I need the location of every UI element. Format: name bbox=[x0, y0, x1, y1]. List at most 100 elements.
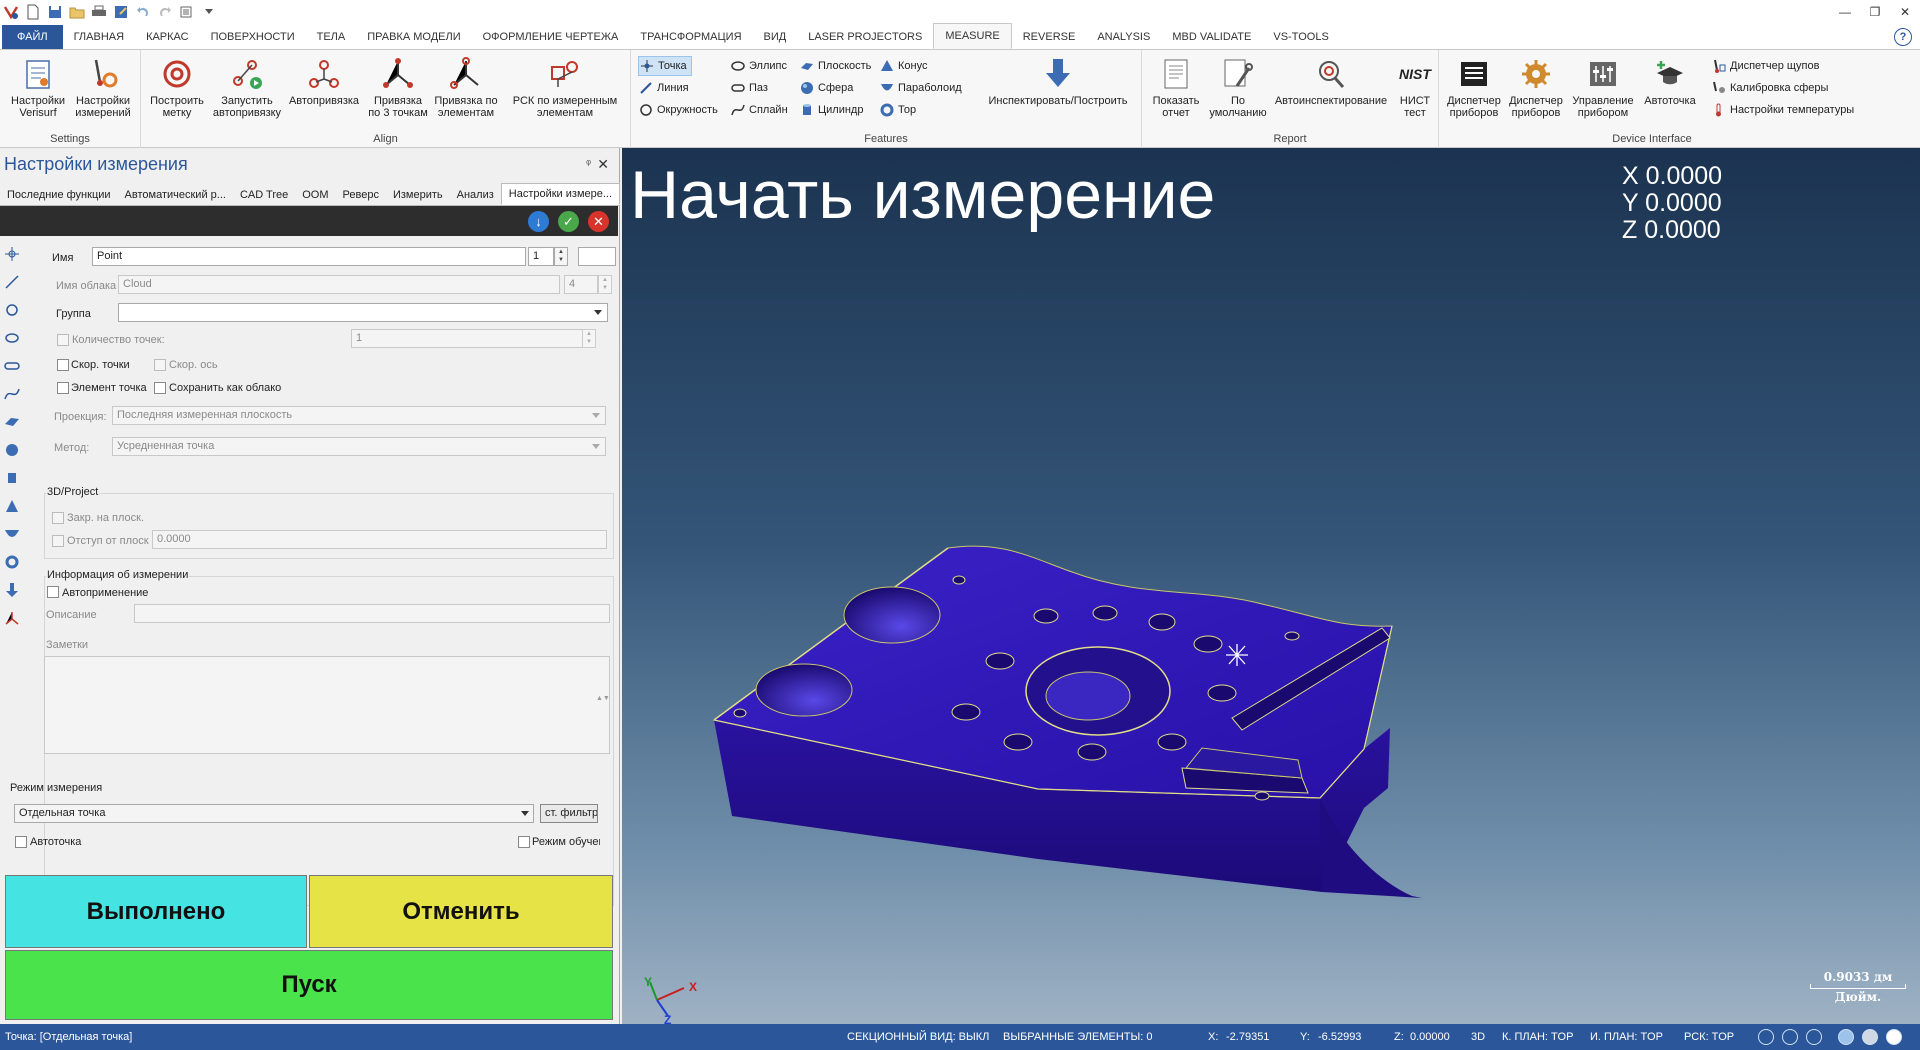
measure-settings-button[interactable]: Настройки измерений bbox=[70, 56, 136, 119]
device-manager-button-2[interactable]: Диспетчер приборов bbox=[1505, 56, 1567, 119]
minimize-button[interactable]: — bbox=[1830, 0, 1860, 24]
show-report-button[interactable]: Показать отчет bbox=[1146, 56, 1206, 119]
restore-button[interactable]: ❐ bbox=[1860, 0, 1890, 24]
feature-torus-button[interactable]: Тор bbox=[879, 100, 916, 120]
autopoint-checkbox[interactable] bbox=[15, 836, 27, 848]
status-wcs[interactable]: РСК: TOP bbox=[1684, 1031, 1734, 1043]
status-iplane[interactable]: И. ПЛАН: TOP bbox=[1590, 1031, 1663, 1043]
ellipse-tool-icon[interactable] bbox=[0, 324, 24, 352]
element-point-checkbox[interactable] bbox=[57, 382, 69, 394]
auto-align-button[interactable]: Автопривязка bbox=[285, 56, 363, 107]
panel-close-icon[interactable]: ✕ bbox=[597, 156, 609, 173]
feature-cone-button[interactable]: Конус bbox=[879, 56, 927, 76]
download-icon[interactable]: ↓ bbox=[528, 211, 549, 232]
tab-measure-settings[interactable]: Настройки измере... bbox=[500, 183, 621, 205]
fast-axis-checkbox[interactable] bbox=[154, 359, 166, 371]
spline-tool-icon[interactable] bbox=[0, 380, 24, 408]
feature-line-button[interactable]: Линия bbox=[638, 78, 689, 98]
shading-icon[interactable] bbox=[1838, 1029, 1854, 1045]
confirm-icon[interactable]: ✓ bbox=[558, 211, 579, 232]
align-tool-icon[interactable] bbox=[0, 604, 24, 632]
auto-apply-checkbox[interactable] bbox=[47, 586, 59, 598]
pin-icon[interactable]: ᵠ bbox=[586, 158, 591, 170]
temperature-settings-button[interactable]: Настройки температуры bbox=[1711, 100, 1854, 120]
inspect-build-button[interactable]: Инспектировать/Построить bbox=[981, 56, 1135, 107]
cad-model-svg[interactable]: X Y Z bbox=[622, 148, 1920, 1024]
status-section-view[interactable]: СЕКЦИОННЫЙ ВИД: ВЫКЛ bbox=[847, 1031, 989, 1043]
tab-oom[interactable]: OOM bbox=[295, 185, 335, 205]
render-icon[interactable] bbox=[1862, 1029, 1878, 1045]
help-icon[interactable]: ? bbox=[1894, 28, 1912, 46]
name-input[interactable]: Point bbox=[92, 247, 526, 266]
cancel-button[interactable]: Отменить bbox=[309, 875, 613, 948]
group-dropdown-arrow[interactable] bbox=[594, 310, 602, 315]
measure-mode-select[interactable]: Отдельная точка bbox=[14, 804, 534, 823]
tab-analysis[interactable]: Анализ bbox=[450, 185, 501, 205]
tab-vs-tools[interactable]: VS-TOOLS bbox=[1262, 25, 1339, 49]
save-icon[interactable] bbox=[44, 1, 66, 23]
slot-tool-icon[interactable] bbox=[0, 352, 24, 380]
cylinder-tool-icon[interactable] bbox=[0, 464, 24, 492]
tab-home[interactable]: ГЛАВНАЯ bbox=[63, 25, 135, 49]
torus-tool-icon[interactable] bbox=[0, 548, 24, 576]
tab-measure[interactable]: Измерить bbox=[386, 185, 450, 205]
tab-measure[interactable]: MEASURE bbox=[933, 23, 1012, 49]
done-button[interactable]: Выполнено bbox=[5, 875, 307, 948]
light-icon[interactable] bbox=[1886, 1029, 1902, 1045]
sphere-tool-icon[interactable] bbox=[0, 436, 24, 464]
feature-sphere-button[interactable]: Сфера bbox=[799, 78, 853, 98]
feature-paraboloid-button[interactable]: Параболоид bbox=[879, 78, 962, 98]
cancel-icon[interactable]: ✕ bbox=[588, 211, 609, 232]
new-icon[interactable] bbox=[22, 1, 44, 23]
open-icon[interactable] bbox=[66, 1, 88, 23]
autopoint-button[interactable]: Автоточка bbox=[1639, 56, 1701, 107]
globe-view-icon[interactable] bbox=[1782, 1029, 1798, 1045]
probe-manager-button[interactable]: Диспетчер щупов bbox=[1711, 56, 1819, 76]
points-count-checkbox[interactable] bbox=[57, 334, 69, 346]
nist-test-button[interactable]: NIST НИСТ тест bbox=[1394, 56, 1436, 119]
plane-tool-icon[interactable] bbox=[0, 408, 24, 436]
wcs-measured-features-button[interactable]: РСК по измеренным элементам bbox=[505, 56, 625, 119]
globe-icon[interactable] bbox=[1758, 1029, 1774, 1045]
tab-cad-tree[interactable]: CAD Tree bbox=[233, 185, 295, 205]
sphere-calibration-button[interactable]: Калибровка сферы bbox=[1711, 78, 1828, 98]
tab-view[interactable]: ВИД bbox=[753, 25, 798, 49]
line-tool-icon[interactable] bbox=[0, 268, 24, 296]
name-number-input[interactable]: 1 bbox=[528, 247, 554, 266]
inspect-tool-icon[interactable] bbox=[0, 576, 24, 604]
group-select[interactable] bbox=[118, 303, 608, 322]
verisurf-settings-button[interactable]: Настройки Verisurf bbox=[6, 56, 70, 119]
tab-model-edit[interactable]: ПРАВКА МОДЕЛИ bbox=[356, 25, 471, 49]
default-report-button[interactable]: По умолчанию bbox=[1208, 56, 1268, 119]
undo-icon[interactable] bbox=[132, 1, 154, 23]
tab-transform[interactable]: ТРАНСФОРМАЦИЯ bbox=[629, 25, 752, 49]
redo-icon[interactable] bbox=[154, 1, 176, 23]
run-auto-align-button[interactable]: Запустить автопривязку bbox=[209, 56, 285, 119]
fast-points-checkbox[interactable] bbox=[57, 359, 69, 371]
dropdown-icon[interactable] bbox=[198, 1, 220, 23]
status-view-mode[interactable]: 3D bbox=[1471, 1031, 1485, 1043]
close-button[interactable]: ✕ bbox=[1890, 0, 1920, 24]
feature-point-button[interactable]: Точка bbox=[638, 56, 692, 76]
tab-recent-functions[interactable]: Последние функции bbox=[0, 185, 118, 205]
name-number-spinner[interactable]: ▲ ▼ bbox=[554, 247, 568, 266]
tab-reverse[interactable]: REVERSE bbox=[1012, 25, 1087, 49]
tab-surfaces[interactable]: ПОВЕРХНОСТИ bbox=[200, 25, 306, 49]
cone-tool-icon[interactable] bbox=[0, 492, 24, 520]
feature-cylinder-button[interactable]: Цилиндр bbox=[799, 100, 863, 120]
device-control-button[interactable]: Управление прибором bbox=[1567, 56, 1639, 119]
tab-mbd-validate[interactable]: MBD VALIDATE bbox=[1161, 25, 1262, 49]
tab-wireframe[interactable]: КАРКАС bbox=[135, 25, 200, 49]
point-tool-icon[interactable] bbox=[0, 240, 24, 268]
paraboloid-tool-icon[interactable] bbox=[0, 520, 24, 548]
graphics-viewport[interactable]: Начать измерение X 0.0000 Y 0.0000 Z 0.0… bbox=[622, 148, 1920, 1024]
status-selected-elements[interactable]: ВЫБРАННЫЕ ЭЛЕМЕНТЫ: 0 bbox=[1003, 1031, 1152, 1043]
tab-laser-projectors[interactable]: LASER PROJECTORS bbox=[797, 25, 933, 49]
feature-spline-button[interactable]: Сплайн bbox=[730, 100, 788, 120]
feature-slot-button[interactable]: Паз bbox=[730, 78, 768, 98]
align-3-points-button[interactable]: Привязка по 3 точкам bbox=[363, 56, 433, 119]
save-as-icon[interactable] bbox=[110, 1, 132, 23]
tab-file[interactable]: ФАЙЛ bbox=[2, 25, 63, 49]
status-cplane[interactable]: К. ПЛАН: TOP bbox=[1502, 1031, 1573, 1043]
tab-solids[interactable]: ТЕЛА bbox=[306, 25, 357, 49]
